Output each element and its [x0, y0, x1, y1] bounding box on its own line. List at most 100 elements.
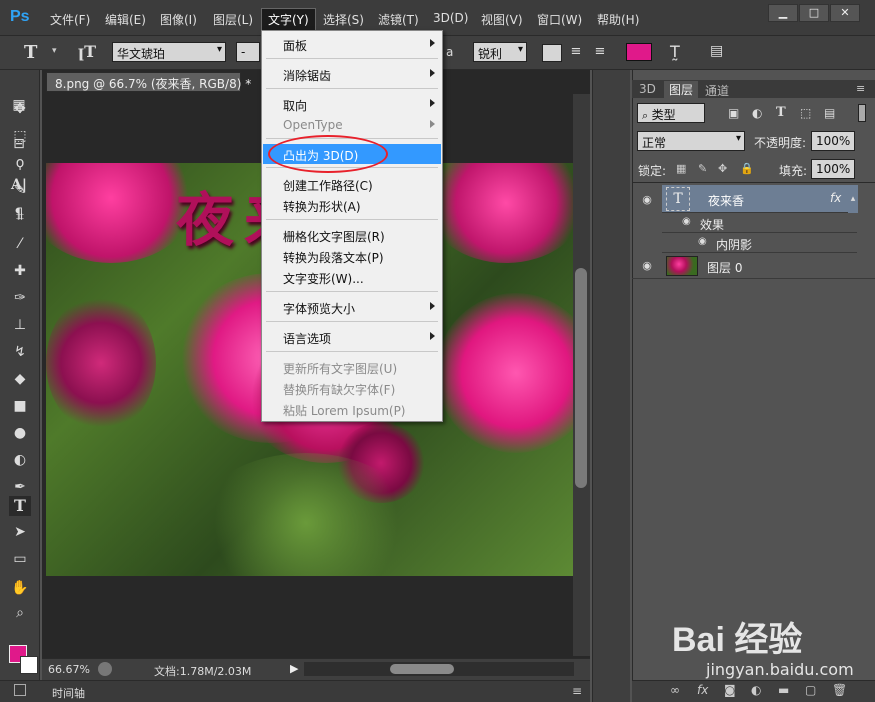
menu-layer[interactable]: 图层(L) [213, 11, 253, 28]
panel-menu-icon[interactable]: ≡ [856, 82, 865, 95]
menu-item-antialias[interactable]: 消除锯齿 [263, 64, 441, 84]
lock-position-icon[interactable]: ✥ [718, 162, 727, 175]
document-tab[interactable]: 8.png @ 66.7% (夜来香, RGB/8) * [46, 72, 251, 92]
pen-tool-icon[interactable]: ✒ [9, 477, 31, 497]
status-menu-arrow-icon[interactable]: ▶ [290, 662, 298, 675]
visibility-eye-icon[interactable]: ◉ [682, 216, 691, 227]
menu-file[interactable]: 文件(F) [50, 11, 90, 28]
lock-transparent-icon[interactable]: ▦ [676, 162, 686, 175]
path-select-tool-icon[interactable]: ➤ [9, 522, 31, 542]
filter-image-icon[interactable]: ▣ [728, 106, 739, 120]
delete-layer-icon[interactable]: 🗑 [832, 683, 847, 697]
menu-filter[interactable]: 滤镜(T) [378, 11, 419, 28]
align-right-icon[interactable]: ≡ [590, 44, 610, 62]
menu-select[interactable]: 选择(S) [323, 11, 364, 28]
link-layers-icon[interactable]: ∞ [670, 683, 680, 697]
menu-item-rasterize-type[interactable]: 栅格化文字图层(R) [263, 225, 441, 245]
antialias-select[interactable]: 锐利 ▾ [473, 42, 527, 62]
menu-item-panels[interactable]: 面板 [263, 34, 441, 54]
menu-item-replace-missing-fonts[interactable]: 替换所有缺欠字体(F) [263, 378, 441, 398]
shape-tool-icon[interactable]: ▭ [9, 549, 31, 569]
timeline-label[interactable]: 时间轴 [52, 685, 85, 701]
warp-text-icon[interactable]: T̰ [670, 42, 680, 61]
menu-help[interactable]: 帮助(H) [597, 11, 639, 28]
menu-image[interactable]: 图像(I) [160, 11, 197, 28]
menu-item-font-preview-size[interactable]: 字体预览大小 [263, 297, 441, 317]
menu-edit[interactable]: 编辑(E) [105, 11, 146, 28]
timeline-icon[interactable] [14, 684, 26, 696]
background-color-swatch[interactable] [20, 656, 38, 674]
fill-input[interactable]: 100% [811, 159, 855, 179]
close-button[interactable]: ✕ [830, 4, 860, 22]
effects-collapse-icon[interactable]: ▴ [848, 185, 858, 213]
new-group-icon[interactable]: ▬ [778, 683, 789, 697]
paragraph-panel-icon[interactable]: ¶ [7, 203, 31, 225]
hand-tool-icon[interactable]: ✋ [9, 578, 31, 598]
layer-filter-select[interactable]: ⌕ 类型 [637, 103, 705, 123]
vertical-scroll-thumb[interactable] [575, 268, 587, 488]
menu-item-convert-paragraph[interactable]: 转换为段落文本(P) [263, 246, 441, 266]
layer-effects-row[interactable]: ◉ 效果 [662, 213, 857, 233]
healing-brush-tool-icon[interactable]: ✚ [9, 261, 31, 281]
menu-window[interactable]: 窗口(W) [537, 11, 582, 28]
tab-3d[interactable]: 3D [639, 82, 656, 96]
new-adjustment-layer-icon[interactable]: ◐ [751, 683, 761, 697]
menu-item-language-options[interactable]: 语言选项 [263, 327, 441, 347]
menu-item-create-work-path[interactable]: 创建工作路径(C) [263, 174, 441, 194]
properties-panel-icon[interactable]: ⊟ [7, 133, 31, 155]
menu-item-opentype[interactable]: OpenType [263, 115, 441, 135]
align-center-icon[interactable]: ≡ [566, 44, 586, 62]
gradient-tool-icon[interactable]: ■ [9, 396, 31, 416]
orientation-icon[interactable]: ꞁT [78, 42, 96, 61]
menu-item-warp-text[interactable]: 文字变形(W)... [263, 267, 441, 287]
dodge-tool-icon[interactable]: ◐ [9, 450, 31, 470]
clone-stamp-tool-icon[interactable]: ⊥ [9, 315, 31, 335]
type-tool-icon[interactable]: T [24, 42, 37, 63]
menu-item-paste-lorem-ipsum[interactable]: 粘贴 Lorem Ipsum(P) [263, 399, 441, 419]
type-tool-icon[interactable]: T [9, 496, 31, 516]
menu-item-orientation[interactable]: 取向 [263, 94, 441, 114]
layer-row-image[interactable]: 图层 0 [632, 253, 875, 279]
filter-type-icon[interactable]: T [776, 105, 786, 120]
menu-item-convert-to-shape[interactable]: 转换为形状(A) [263, 195, 441, 215]
font-family-select[interactable]: 华文琥珀 ▾ [112, 42, 226, 62]
tab-channels[interactable]: 通道 [705, 82, 729, 99]
eraser-tool-icon[interactable]: ◆ [9, 369, 31, 389]
menu-type[interactable]: 文字(Y) [261, 8, 316, 31]
font-style-select[interactable]: - [236, 42, 260, 62]
eyedropper-tool-icon[interactable]: ⁄ [9, 234, 31, 254]
visibility-eye-icon[interactable]: ◉ [640, 193, 654, 206]
timeline-menu-icon[interactable]: ≡ [572, 684, 582, 698]
horizontal-scroll-thumb[interactable] [390, 664, 454, 674]
character-panel-icon[interactable]: A| [7, 177, 31, 199]
menu-3d[interactable]: 3D(D) [433, 11, 468, 25]
zoom-tool-icon[interactable]: ⌕ [9, 603, 31, 623]
panels-toggle-icon[interactable]: ▤ [710, 43, 723, 59]
blur-tool-icon[interactable]: ● [9, 423, 31, 443]
add-mask-icon[interactable]: ◙ [724, 683, 736, 697]
layer-row-text[interactable]: T 夜来香 fx [662, 185, 857, 213]
lock-all-icon[interactable]: 🔒 [740, 162, 754, 175]
lasso-tool-icon[interactable]: ϙ [9, 153, 31, 173]
menu-item-update-all-text[interactable]: 更新所有文字图层(U) [263, 357, 441, 377]
filter-shape-icon[interactable]: ⬚ [800, 106, 811, 120]
history-panel-icon[interactable]: ▦ [7, 94, 31, 116]
align-left-button[interactable] [542, 44, 562, 62]
chevron-down-icon[interactable]: ▾ [52, 46, 57, 56]
add-layer-style-icon[interactable]: fx [697, 683, 708, 697]
opacity-input[interactable]: 100% [811, 131, 855, 151]
visibility-eye-icon[interactable]: ◉ [698, 236, 707, 247]
tab-layers[interactable]: 图层 [664, 81, 699, 98]
history-brush-tool-icon[interactable]: ↯ [9, 342, 31, 362]
filter-toggle-switch[interactable] [858, 104, 866, 122]
layer-effect-row[interactable]: ◉ 内阴影 [662, 233, 857, 253]
zoom-level[interactable]: 66.67% [48, 663, 90, 676]
status-info-icon[interactable] [98, 662, 112, 676]
lock-pixels-icon[interactable]: ✎ [698, 162, 707, 175]
text-color-swatch[interactable] [626, 43, 652, 61]
minimize-button[interactable]: ▁ [768, 4, 798, 22]
brush-tool-icon[interactable]: ✑ [9, 288, 31, 308]
blend-mode-select[interactable]: 正常 ▾ [637, 131, 745, 151]
filter-smart-object-icon[interactable]: ▤ [824, 106, 835, 120]
layer-effects-badge[interactable]: fx [830, 191, 841, 205]
